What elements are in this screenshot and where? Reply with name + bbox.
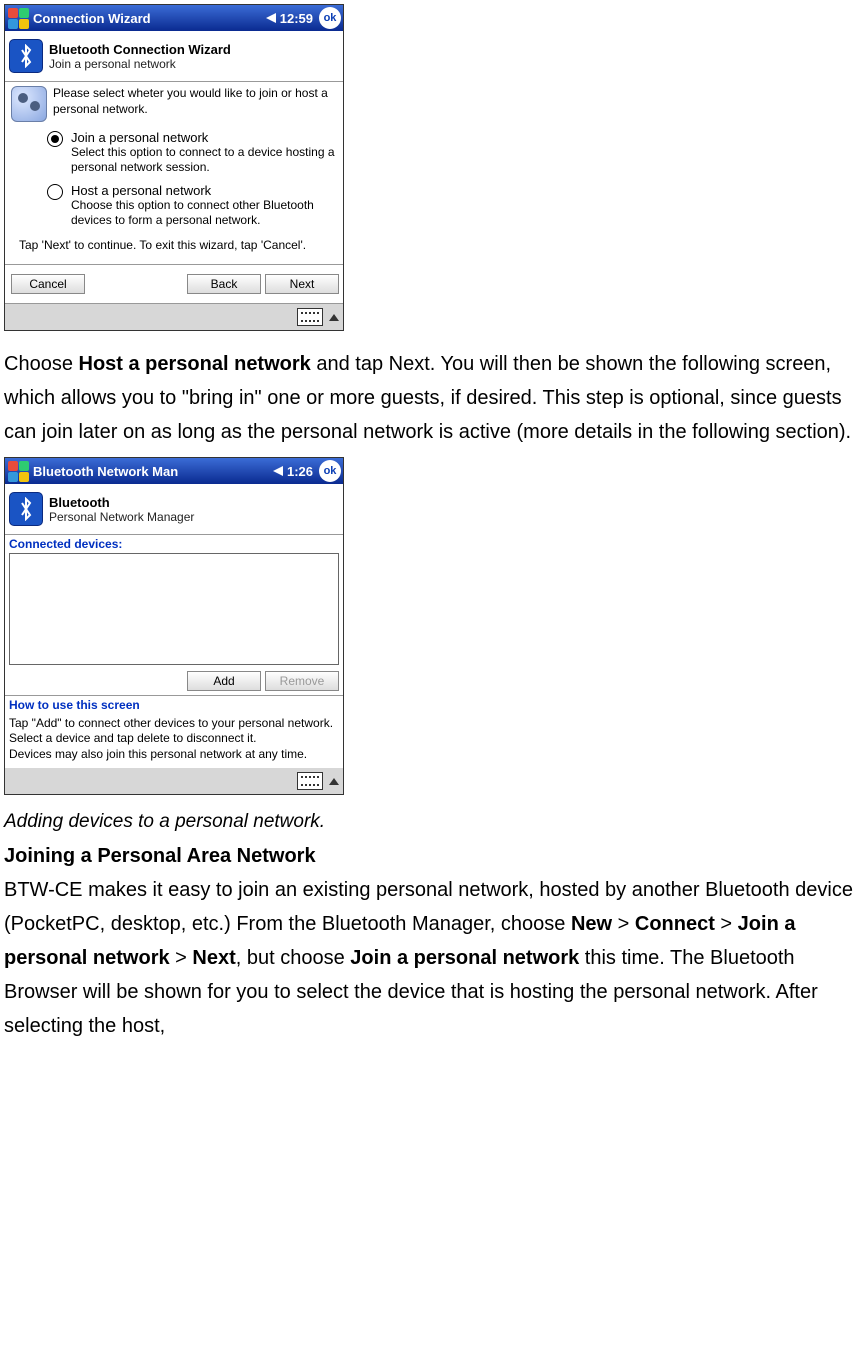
keyboard-icon[interactable] — [297, 772, 323, 790]
wizard-graphic-icon — [11, 86, 47, 122]
option-description: Select this option to connect to a devic… — [71, 145, 337, 175]
ok-button[interactable]: ok — [319, 7, 341, 29]
titlebar: Bluetooth Network Man 1:26 ok — [5, 458, 343, 484]
cancel-button[interactable]: Cancel — [11, 274, 85, 294]
option-label: Host a personal network — [71, 183, 337, 198]
input-selector-icon[interactable] — [329, 314, 339, 321]
bluetooth-icon — [9, 492, 43, 526]
option-label: Join a personal network — [71, 130, 337, 145]
input-selector-icon[interactable] — [329, 778, 339, 785]
clock[interactable]: 12:59 — [280, 11, 313, 26]
back-button[interactable]: Back — [187, 274, 261, 294]
app-header: Bluetooth Personal Network Manager — [5, 484, 343, 535]
add-button[interactable]: Add — [187, 671, 261, 691]
option-description: Choose this option to connect other Blue… — [71, 198, 337, 228]
connected-devices-label: Connected devices: — [5, 535, 343, 551]
screenshot-network-manager: Bluetooth Network Man 1:26 ok Bluetooth … — [4, 457, 344, 795]
header-title: Bluetooth — [49, 495, 194, 510]
figure-caption: Adding devices to a personal network. — [4, 811, 860, 833]
start-menu-icon[interactable] — [7, 7, 29, 29]
radio-option-host[interactable]: Host a personal network Choose this opti… — [47, 183, 337, 228]
radio-icon[interactable] — [47, 131, 63, 147]
wizard-header: Bluetooth Connection Wizard Join a perso… — [5, 31, 343, 82]
instruction-paragraph-1: Choose Host a personal network and tap N… — [4, 347, 860, 449]
header-title: Bluetooth Connection Wizard — [49, 42, 231, 57]
ok-button[interactable]: ok — [319, 460, 341, 482]
remove-button: Remove — [265, 671, 339, 691]
wizard-hint: Tap 'Next' to continue. To exit this wiz… — [19, 238, 337, 252]
how-to-section: How to use this screen Tap "Add" to conn… — [5, 695, 343, 768]
speaker-icon[interactable] — [273, 466, 283, 476]
soft-input-bar — [5, 304, 343, 330]
clock[interactable]: 1:26 — [287, 464, 313, 479]
window-title: Bluetooth Network Man — [33, 464, 273, 479]
how-to-title: How to use this screen — [9, 698, 339, 714]
keyboard-icon[interactable] — [297, 308, 323, 326]
speaker-icon[interactable] — [266, 13, 276, 23]
screenshot-connection-wizard: Connection Wizard 12:59 ok Bluetooth Con… — [4, 4, 344, 331]
soft-input-bar — [5, 768, 343, 794]
wizard-prompt-text: Please select wheter you would like to j… — [53, 86, 337, 122]
list-button-row: Add Remove — [5, 671, 343, 695]
how-to-text: Tap "Add" to connect other devices to yo… — [9, 716, 339, 763]
wizard-button-bar: Cancel Back Next — [5, 265, 343, 304]
wizard-body: Please select wheter you would like to j… — [5, 82, 343, 265]
titlebar: Connection Wizard 12:59 ok — [5, 5, 343, 31]
window-title: Connection Wizard — [33, 11, 266, 26]
instruction-paragraph-2: BTW-CE makes it easy to join an existing… — [4, 873, 860, 1043]
header-subtitle: Personal Network Manager — [49, 510, 194, 524]
radio-icon[interactable] — [47, 184, 63, 200]
start-menu-icon[interactable] — [7, 460, 29, 482]
header-subtitle: Join a personal network — [49, 57, 231, 71]
next-button[interactable]: Next — [265, 274, 339, 294]
bluetooth-icon — [9, 39, 43, 73]
connected-devices-list[interactable] — [9, 553, 339, 665]
section-heading: Joining a Personal Area Network — [4, 839, 860, 873]
radio-option-join[interactable]: Join a personal network Select this opti… — [47, 130, 337, 175]
